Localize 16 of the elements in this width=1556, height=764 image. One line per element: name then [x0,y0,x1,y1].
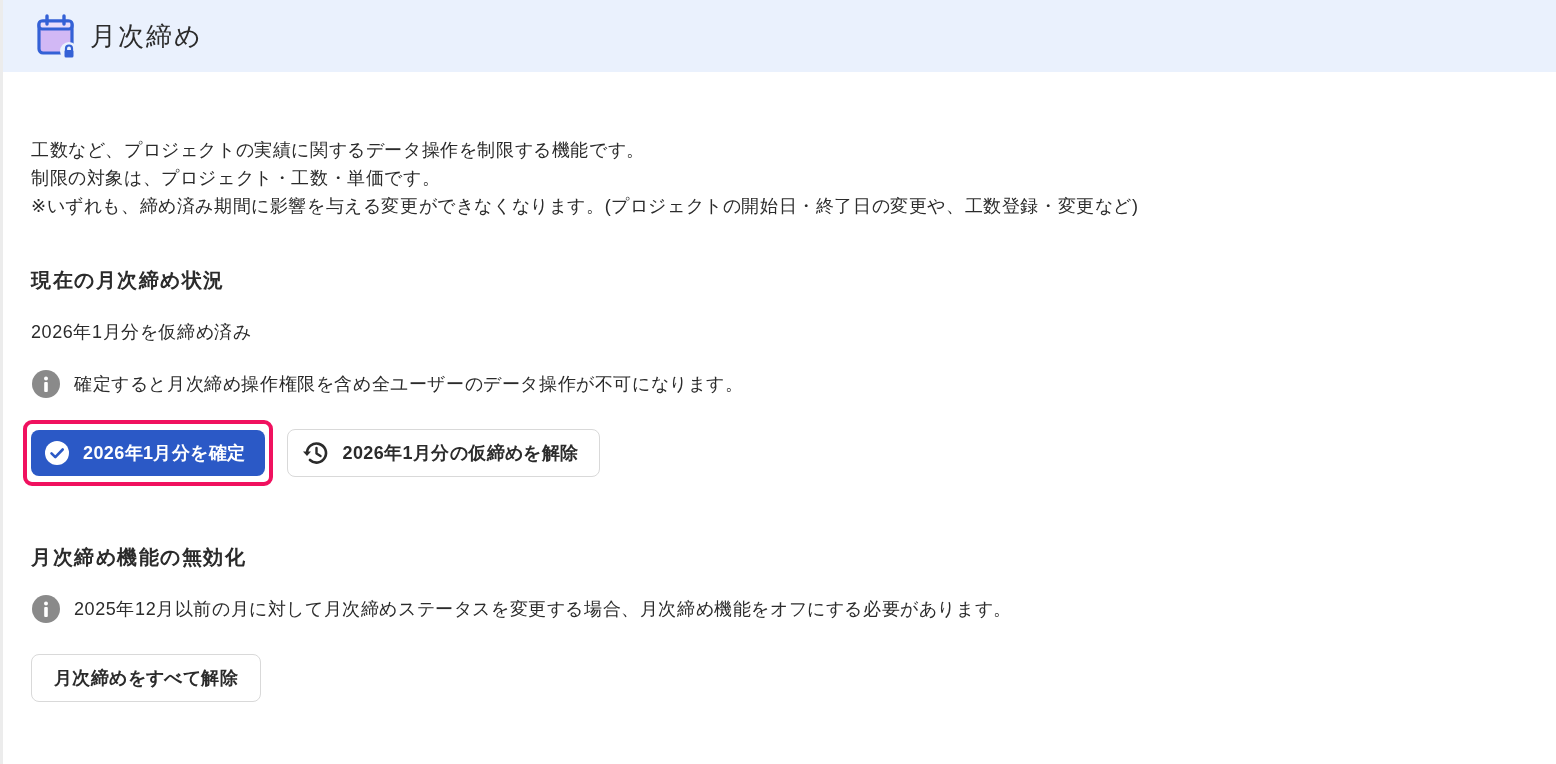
history-icon [302,441,329,465]
status-text: 2026年1月分を仮締め済み [31,321,253,344]
notice-text: 確定すると月次締め操作権限を含め全ユーザーのデータ操作が不可になります。 [74,373,744,396]
page-title: 月次締め [90,20,203,53]
description-text: 工数など、プロジェクトの実績に関するデータ操作を制限する機能です。 [31,139,646,162]
info-icon [32,595,60,623]
confirm-button[interactable]: 2026年1月分を確定 [31,430,266,476]
check-circle-icon [45,441,69,465]
release-all-button[interactable]: 月次締めをすべて解除 [31,654,261,702]
info-icon [32,370,60,398]
section-heading: 現在の月次締め状況 [31,268,226,293]
description-text: 制限の対象は、プロジェクト・工数・単価です。 [31,167,442,190]
section-heading: 月次締め機能の無効化 [31,545,247,570]
description-text: ※いずれも、締め済み期間に影響を与える変更ができなくなります。(プロジェクトの開始日・終了日の変更や、工数登録・変更など) [31,195,1140,218]
revert-button[interactable]: 2026年1月分の仮締めを解除 [287,429,600,477]
notice-text: 2025年12月以前の月に対して月次締めステータスを変更する場合、月次締め機能をオフにする必要があります。 [74,598,1012,621]
